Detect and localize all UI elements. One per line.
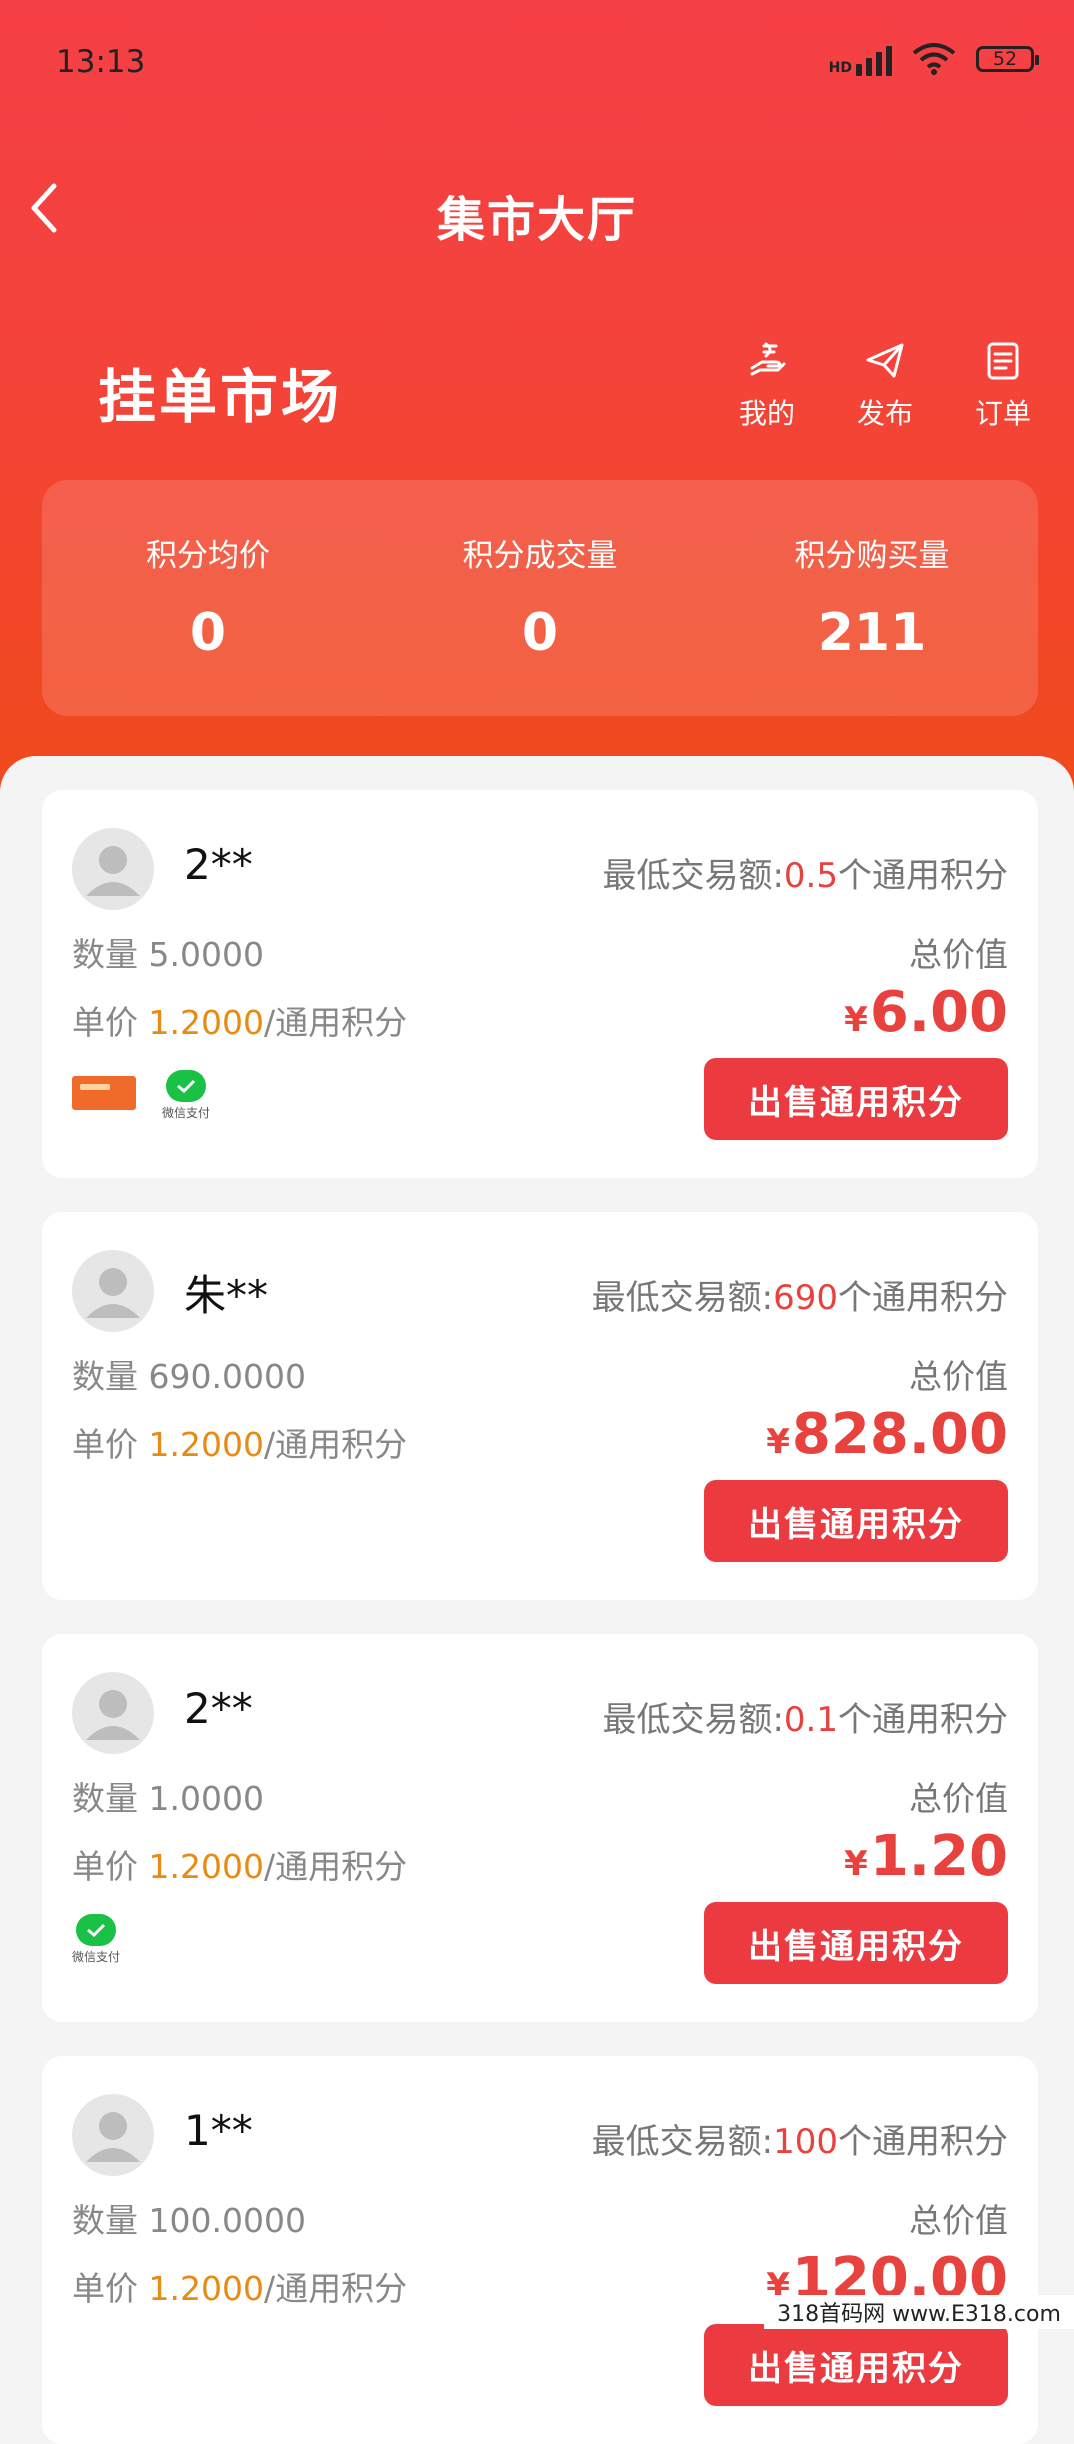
min-trade: 最低交易额:690个通用积分 bbox=[591, 1278, 1008, 1318]
username: 1** bbox=[184, 2106, 253, 2155]
avatar bbox=[72, 1250, 154, 1332]
wifi-icon bbox=[912, 43, 956, 75]
sell-points-button[interactable]: 出售通用积分 bbox=[704, 2324, 1008, 2406]
wechat-pay-icon: 微信支付 bbox=[72, 1914, 120, 1965]
stat-purchase: 积分购买量 211 bbox=[706, 480, 1038, 716]
paper-plane-icon bbox=[866, 343, 904, 378]
stat-label: 积分购买量 bbox=[794, 538, 950, 574]
publish-label: 发布 bbox=[856, 397, 913, 430]
quantity: 数量 1.0000 bbox=[72, 1779, 264, 1818]
quantity: 数量 690.0000 bbox=[72, 1357, 306, 1396]
site-watermark: 318首码网 www.E318.com bbox=[764, 2295, 1074, 2329]
min-trade-value: 0.1 bbox=[783, 1700, 838, 1740]
document-list-icon bbox=[987, 342, 1019, 380]
stat-value: 0 bbox=[521, 603, 559, 663]
stat-label: 积分成交量 bbox=[462, 538, 618, 574]
total-label: 总价值 bbox=[909, 1779, 1008, 1818]
wechat-pay-icon: 微信支付 bbox=[162, 1070, 210, 1121]
status-time: 13:13 bbox=[56, 44, 146, 80]
stat-value: 0 bbox=[189, 603, 227, 663]
avatar bbox=[72, 1672, 154, 1754]
total-label: 总价值 bbox=[909, 935, 1008, 974]
stats-panel: 积分均价 0 积分成交量 0 积分购买量 211 bbox=[42, 480, 1038, 716]
username: 2** bbox=[184, 840, 253, 889]
page-title: 集市大厅 bbox=[436, 192, 637, 248]
quantity: 数量 5.0000 bbox=[72, 935, 264, 974]
status-icons: HD 52 bbox=[829, 42, 1039, 76]
avatar bbox=[72, 2094, 154, 2176]
unit-price: 单价 1.2000/通用积分 bbox=[72, 1425, 408, 1464]
min-trade-value: 100 bbox=[773, 2122, 838, 2162]
user-icon bbox=[86, 1690, 140, 1740]
min-trade-value: 0.5 bbox=[783, 856, 838, 896]
sell-points-button[interactable]: 出售通用积分 bbox=[704, 1902, 1008, 1984]
stat-label: 积分均价 bbox=[146, 538, 270, 574]
stat-avg-price: 积分均价 0 bbox=[42, 480, 374, 716]
total-price: ¥828.00 bbox=[766, 1402, 1008, 1467]
listing-card[interactable]: 2** 最低交易额:0.5个通用积分 数量 5.0000 单价 1.2000/通… bbox=[42, 790, 1038, 1178]
total-label: 总价值 bbox=[909, 1357, 1008, 1396]
hand-coin-icon bbox=[750, 342, 786, 376]
min-trade: 最低交易额:0.5个通用积分 bbox=[602, 856, 1008, 896]
unit-price: 单价 1.2000/通用积分 bbox=[72, 2269, 408, 2308]
listing-card[interactable]: 1** 最低交易额:100个通用积分 数量 100.0000 单价 1.2000… bbox=[42, 2056, 1038, 2444]
username: 朱** bbox=[184, 1271, 269, 1320]
username: 2** bbox=[184, 1684, 253, 1733]
header-background: 13:13 HD 52 集市大厅 挂单市场 我的 发布 订单 积分均价 0 积分… bbox=[0, 0, 1074, 800]
listing-card[interactable]: 朱** 最低交易额:690个通用积分 数量 690.0000 单价 1.2000… bbox=[42, 1212, 1038, 1600]
quantity: 数量 100.0000 bbox=[72, 2201, 306, 2240]
total-price: ¥1.20 bbox=[844, 1824, 1008, 1889]
min-trade: 最低交易额:100个通用积分 bbox=[591, 2122, 1008, 2162]
sell-points-button[interactable]: 出售通用积分 bbox=[704, 1058, 1008, 1140]
signal-icon: HD bbox=[829, 42, 892, 76]
stat-volume: 积分成交量 0 bbox=[374, 480, 706, 716]
my-label: 我的 bbox=[738, 397, 795, 430]
user-icon bbox=[86, 2112, 140, 2162]
unit-price: 单价 1.2000/通用积分 bbox=[72, 1003, 408, 1042]
listings-panel: 2** 最低交易额:0.5个通用积分 数量 5.0000 单价 1.2000/通… bbox=[0, 756, 1074, 2444]
total-label: 总价值 bbox=[909, 2201, 1008, 2240]
user-icon bbox=[86, 1268, 140, 1318]
min-trade-value: 690 bbox=[773, 1278, 838, 1318]
unit-price: 单价 1.2000/通用积分 bbox=[72, 1847, 408, 1886]
stat-value: 211 bbox=[817, 603, 927, 663]
payment-banner-icon bbox=[72, 1076, 136, 1110]
user-icon bbox=[86, 846, 140, 896]
orders-label: 订单 bbox=[974, 397, 1031, 430]
battery-icon: 52 bbox=[976, 46, 1039, 72]
avatar bbox=[72, 828, 154, 910]
listing-card[interactable]: 2** 最低交易额:0.1个通用积分 数量 1.0000 单价 1.2000/通… bbox=[42, 1634, 1038, 2022]
sell-points-button[interactable]: 出售通用积分 bbox=[704, 1480, 1008, 1562]
publish-button[interactable]: 发布 bbox=[844, 340, 926, 432]
min-trade: 最低交易额:0.1个通用积分 bbox=[602, 1700, 1008, 1740]
market-title: 挂单市场 bbox=[98, 363, 343, 431]
my-button[interactable]: 我的 bbox=[726, 340, 808, 432]
payment-methods: 微信支付 bbox=[72, 1914, 120, 1965]
orders-button[interactable]: 订单 bbox=[962, 340, 1044, 432]
top-actions: 我的 发布 订单 bbox=[726, 340, 1044, 432]
payment-methods: 微信支付 bbox=[72, 1070, 210, 1121]
total-price: ¥6.00 bbox=[844, 980, 1008, 1045]
